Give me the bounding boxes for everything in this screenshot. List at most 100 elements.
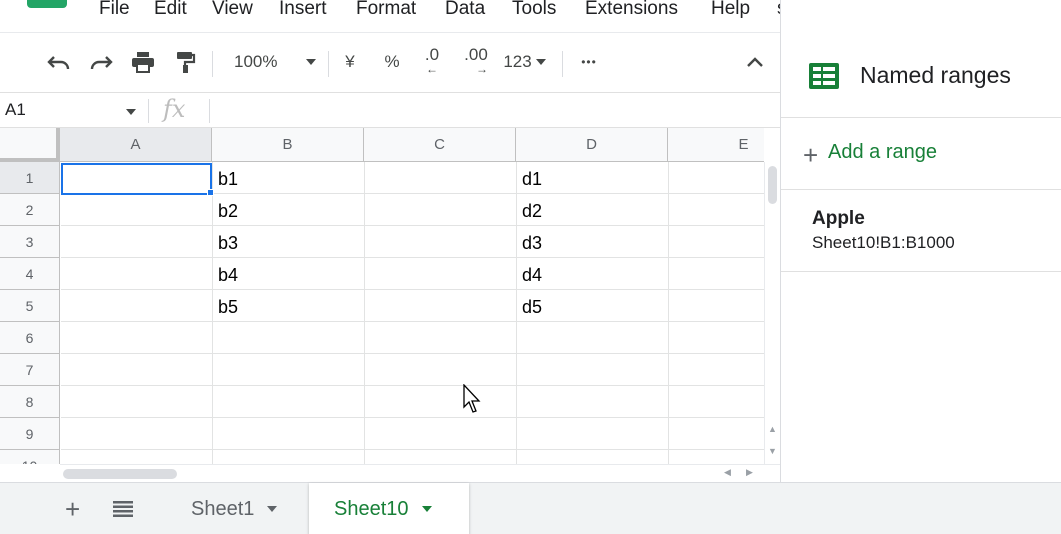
menu-help[interactable]: Help [711, 0, 750, 20]
more-options-icon[interactable]: ••• [574, 47, 604, 77]
add-sheet-icon[interactable]: + [65, 494, 80, 525]
sheet-tab-sheet1[interactable]: Sheet1 [172, 483, 302, 534]
chevron-down-icon[interactable] [421, 505, 433, 513]
menu-edit[interactable]: Edit [154, 0, 187, 20]
cell-d7[interactable] [517, 354, 669, 386]
menu-insert[interactable]: Insert [279, 0, 327, 20]
row-header-4[interactable]: 4 [0, 258, 60, 290]
cell-d3[interactable]: d3 [517, 226, 669, 258]
percent-format-button[interactable]: % [378, 47, 406, 77]
row-header-7[interactable]: 7 [0, 354, 60, 386]
sheet-tab-sheet10[interactable]: Sheet10 [309, 483, 469, 534]
menu-view[interactable]: View [212, 0, 253, 20]
decrease-decimal-button[interactable]: .0 ← [418, 46, 446, 77]
cell-c6[interactable] [365, 322, 517, 354]
row-header-8[interactable]: 8 [0, 386, 60, 418]
cell-c4[interactable] [365, 258, 517, 290]
cell-a8[interactable] [61, 386, 213, 418]
cell-d10[interactable] [517, 450, 669, 464]
row-header-9[interactable]: 9 [0, 418, 60, 450]
scroll-down-icon[interactable]: ▼ [768, 446, 777, 456]
cell-b4[interactable]: b4 [213, 258, 365, 290]
cell-a3[interactable] [61, 226, 213, 258]
cell-b5[interactable]: b5 [213, 290, 365, 322]
column-header-b[interactable]: B [212, 128, 364, 162]
cell-c9[interactable] [365, 418, 517, 450]
cell-e6[interactable] [669, 322, 764, 354]
cell-e2[interactable] [669, 194, 764, 226]
horizontal-scrollbar[interactable]: ◀ ▶ [60, 464, 780, 482]
sheets-logo[interactable] [27, 0, 67, 8]
cell-c3[interactable] [365, 226, 517, 258]
cell-e7[interactable] [669, 354, 764, 386]
cell-b8[interactable] [213, 386, 365, 418]
zoom-select[interactable]: 100% [224, 47, 324, 77]
cell-b6[interactable] [213, 322, 365, 354]
menu-file[interactable]: File [99, 0, 130, 20]
cell-a2[interactable] [61, 194, 213, 226]
chevron-down-icon[interactable] [125, 108, 137, 116]
cell-b9[interactable] [213, 418, 365, 450]
cell-d2[interactable]: d2 [517, 194, 669, 226]
fill-handle[interactable] [207, 189, 214, 196]
row-header-6[interactable]: 6 [0, 322, 60, 354]
cell-c10[interactable] [365, 450, 517, 464]
name-box[interactable]: A1 [5, 100, 26, 120]
cell-b2[interactable]: b2 [213, 194, 365, 226]
row-header-10[interactable]: 10 [0, 450, 60, 464]
cell-c2[interactable] [365, 194, 517, 226]
cell-b7[interactable] [213, 354, 365, 386]
cell-a9[interactable] [61, 418, 213, 450]
cell-a4[interactable] [61, 258, 213, 290]
cell-d5[interactable]: d5 [517, 290, 669, 322]
increase-decimal-button[interactable]: .00 → [460, 46, 492, 77]
row-header-2[interactable]: 2 [0, 194, 60, 226]
scroll-up-icon[interactable]: ▲ [768, 424, 777, 434]
menu-tools[interactable]: Tools [512, 0, 556, 20]
print-icon[interactable] [128, 47, 158, 77]
column-header-d[interactable]: D [516, 128, 668, 162]
undo-icon[interactable] [44, 47, 74, 77]
menu-data[interactable]: Data [445, 0, 485, 20]
cell-e3[interactable] [669, 226, 764, 258]
row-header-1[interactable]: 1 [0, 162, 60, 194]
named-range-item[interactable]: Apple Sheet10!B1:B1000 [781, 190, 1061, 272]
select-all-corner[interactable] [0, 128, 60, 162]
redo-icon[interactable] [86, 47, 116, 77]
scroll-right-icon[interactable]: ▶ [746, 467, 753, 478]
cell-e10[interactable] [669, 450, 764, 464]
cell-e5[interactable] [669, 290, 764, 322]
cell-b10[interactable] [213, 450, 365, 464]
paint-format-icon[interactable] [170, 47, 200, 77]
currency-format-button[interactable]: ¥ [336, 47, 364, 77]
cell-c5[interactable] [365, 290, 517, 322]
cell-d9[interactable] [517, 418, 669, 450]
column-header-e[interactable]: E [668, 128, 764, 162]
cell-e1[interactable] [669, 162, 764, 194]
cell-a5[interactable] [61, 290, 213, 322]
add-range-button[interactable]: + Add a range [781, 118, 1061, 190]
cell-c7[interactable] [365, 354, 517, 386]
row-header-5[interactable]: 5 [0, 290, 60, 322]
cell-d4[interactable]: d4 [517, 258, 669, 290]
cell-c8[interactable] [365, 386, 517, 418]
cell-a10[interactable] [61, 450, 213, 464]
column-header-c[interactable]: C [364, 128, 516, 162]
all-sheets-icon[interactable] [113, 501, 133, 517]
cell-d8[interactable] [517, 386, 669, 418]
number-format-select[interactable]: 123 [500, 47, 550, 77]
vertical-scroll-thumb[interactable] [768, 166, 777, 204]
cell-a6[interactable] [61, 322, 213, 354]
menu-format[interactable]: Format [356, 0, 416, 20]
horizontal-scroll-thumb[interactable] [63, 469, 177, 479]
cell-d6[interactable] [517, 322, 669, 354]
cell-c1[interactable] [365, 162, 517, 194]
cell-a7[interactable] [61, 354, 213, 386]
chevron-down-icon[interactable] [266, 505, 278, 513]
scroll-left-icon[interactable]: ◀ [724, 467, 731, 478]
cell-b3[interactable]: b3 [213, 226, 365, 258]
row-header-3[interactable]: 3 [0, 226, 60, 258]
vertical-scrollbar[interactable]: ▲ ▼ [764, 162, 780, 464]
collapse-toolbar-icon[interactable] [740, 47, 770, 77]
cell-e9[interactable] [669, 418, 764, 450]
